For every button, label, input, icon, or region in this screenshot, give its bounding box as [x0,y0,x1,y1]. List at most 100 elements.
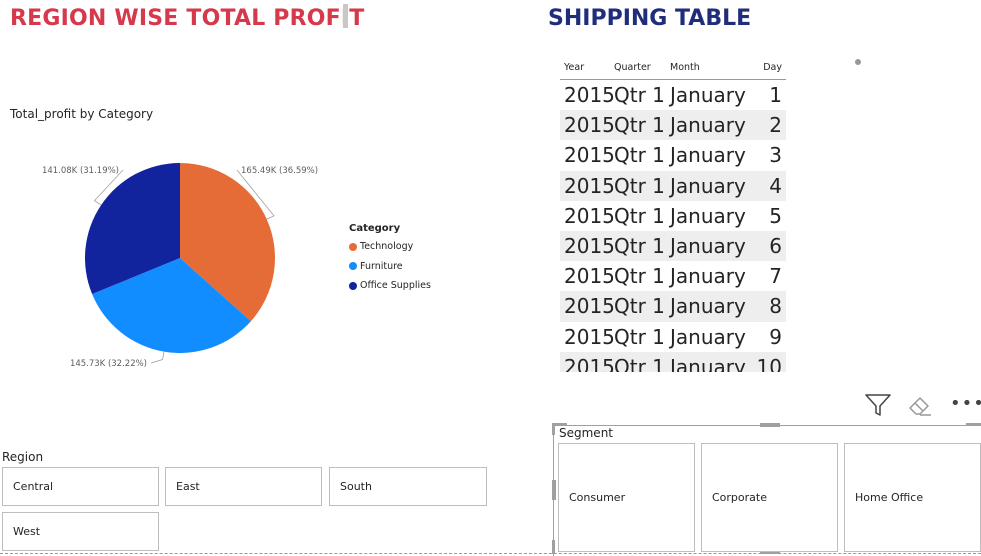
legend-dot [349,262,357,271]
region-slicer-title: Region [2,450,44,464]
cell-month: January [670,264,746,289]
legend-dot [349,281,357,290]
cell-quarter: Qtr 1 [614,324,665,349]
region-central-button[interactable]: Central [2,467,159,506]
leader-line [150,351,165,364]
cell-day: 9 [769,324,782,349]
cell-month: January [670,354,746,372]
segment-corporate-button[interactable]: Corporate [701,443,838,552]
pie-legend: Category Technology Furniture Office Sup… [349,223,431,296]
pie-chart[interactable]: 165.49K (36.59%) 145.73K (32.22%) 141.08K … [0,130,340,380]
cell-year: 2015 [564,324,615,349]
table-row[interactable]: 2015 Qtr 1 January 9 [560,322,786,352]
cell-month: January [670,113,746,138]
text-cursor [343,4,348,28]
cell-month: January [670,143,746,168]
cell-day: 7 [769,264,782,289]
segment-slicer-title: Segment [559,426,613,440]
cell-month: January [670,234,746,259]
cell-year: 2015 [564,143,615,168]
slicer-label: East [176,480,200,493]
cell-month: January [670,324,746,349]
cell-quarter: Qtr 1 [614,354,665,372]
cell-year: 2015 [564,234,615,259]
table-row[interactable]: 2015 Qtr 1 January 10 [560,351,786,372]
cell-month: January [670,173,746,198]
segment-home-office-button[interactable]: Home Office [844,443,981,552]
cell-quarter: Qtr 1 [614,294,665,319]
cell-year: 2015 [564,83,615,108]
pie-chart-title: Total_profit by Category [10,107,154,121]
cell-quarter: Qtr 1 [614,234,665,259]
scroll-indicator[interactable] [855,59,861,65]
legend-item-office-supplies[interactable]: Office Supplies [349,276,431,296]
resize-handle[interactable] [966,423,981,426]
cell-day: 8 [769,294,782,319]
resize-handle[interactable] [760,423,780,427]
data-label: 145.73K (32.22%) [70,359,147,369]
table-row[interactable]: 2015 Qtr 1 January 7 [560,261,786,291]
filter-icon[interactable] [864,392,892,418]
table-row[interactable]: 2015 Qtr 1 January 5 [560,201,786,231]
cell-year: 2015 [564,113,615,138]
cell-day: 3 [769,143,782,168]
region-south-button[interactable]: South [329,467,487,506]
legend-item-technology[interactable]: Technology [349,237,431,257]
cell-quarter: Qtr 1 [614,83,665,108]
slicer-label: Consumer [569,491,626,504]
table-row[interactable]: 2015 Qtr 1 January 6 [560,230,786,262]
region-profit-title: REGION WISE TOTAL PROFIT [10,6,365,31]
canvas-boundary [0,553,981,554]
table-body: 2015 Qtr 1 January 1 2015 Qtr 1 January 2 2015 Qt… [560,80,786,372]
cell-day: 1 [769,83,782,108]
resize-handle[interactable] [552,540,555,554]
cell-quarter: Qtr 1 [614,173,665,198]
cell-year: 2015 [564,173,615,198]
table-row[interactable]: 2015 Qtr 1 January 3 [560,140,786,170]
slicer-label: Home Office [855,491,924,504]
cell-quarter: Qtr 1 [614,203,665,228]
cell-year: 2015 [564,203,615,228]
cell-day: 6 [769,234,782,259]
cell-month: January [670,203,746,228]
cell-day: 2 [769,113,782,138]
cell-month: January [670,294,746,319]
slicer-label: South [340,480,372,493]
column-header-year[interactable]: Year [560,62,614,79]
table-row[interactable]: 2015 Qtr 1 January 2 [560,110,786,141]
cell-year: 2015 [564,354,615,372]
cell-quarter: Qtr 1 [614,113,665,138]
data-label: 141.08K (31.19%) [42,166,119,176]
cell-day: 5 [769,203,782,228]
data-label: 165.49K (36.59%) [241,166,318,176]
cell-day: 10 [756,354,782,372]
resize-handle[interactable] [552,480,556,500]
legend-dot [349,242,357,251]
region-west-button[interactable]: West [2,512,159,551]
eraser-icon[interactable] [906,392,934,418]
table-row[interactable]: 2015 Qtr 1 January 1 [560,80,786,110]
legend-label: Furniture [360,260,403,272]
cell-year: 2015 [564,264,615,289]
resize-handle[interactable] [552,423,555,435]
shipping-table[interactable]: Year Quarter Month Day 2015 Qtr 1 January 1… [560,56,786,372]
shipping-table-title: SHIPPING TABLE [548,6,752,31]
table-row[interactable]: 2015 Qtr 1 January 8 [560,291,786,322]
legend-label: Technology [360,241,414,253]
more-options-icon[interactable]: ••• [950,395,981,415]
cell-quarter: Qtr 1 [614,264,665,289]
table-header: Year Quarter Month Day [560,56,786,80]
region-east-button[interactable]: East [165,467,322,506]
legend-title: Category [349,223,401,234]
cell-month: January [670,83,746,108]
table-row[interactable]: 2015 Qtr 1 January 4 [560,170,786,201]
legend-item-furniture[interactable]: Furniture [349,257,431,277]
column-header-month[interactable]: Month [670,62,756,79]
cell-year: 2015 [564,294,615,319]
segment-consumer-button[interactable]: Consumer [558,443,695,552]
cell-quarter: Qtr 1 [614,143,665,168]
slicer-label: West [13,525,41,538]
column-header-day[interactable]: Day [756,62,782,79]
column-header-quarter[interactable]: Quarter [614,62,670,79]
legend-label: Office Supplies [360,280,431,292]
